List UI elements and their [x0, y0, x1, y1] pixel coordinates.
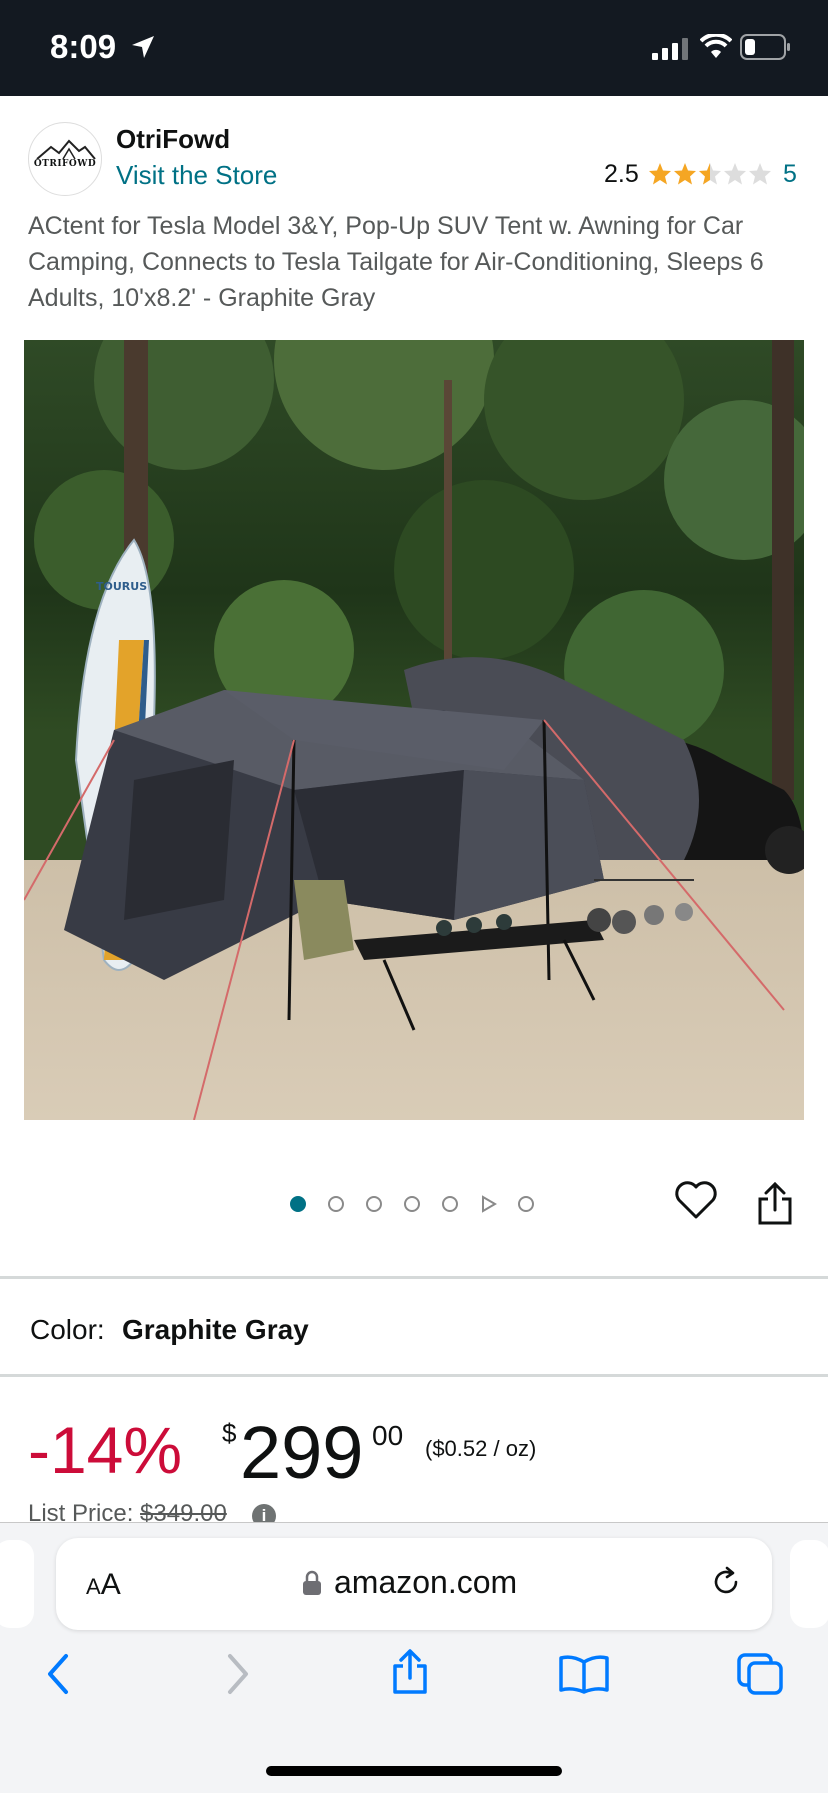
location-arrow-icon: [132, 36, 154, 58]
board-text: TOURUS: [96, 580, 147, 593]
section-divider: [0, 1276, 828, 1279]
status-bar: 8:09: [0, 0, 828, 96]
back-icon[interactable]: [44, 1652, 72, 1696]
aa-large: A: [100, 1568, 121, 1601]
lock-icon: [303, 1570, 321, 1595]
star-icon: [724, 163, 746, 185]
next-tab-peek[interactable]: [790, 1540, 828, 1628]
price-currency: $: [222, 1418, 237, 1448]
star-icon: [699, 163, 721, 185]
brand-name: OtriFowd: [116, 124, 231, 154]
bookmarks-icon[interactable]: [558, 1654, 610, 1694]
tabs-icon[interactable]: [736, 1652, 784, 1696]
color-label: Color:: [30, 1314, 105, 1345]
address-bar[interactable]: AA amazon.com: [56, 1538, 772, 1630]
brand-logo-text: OTRIFOWD: [33, 159, 97, 169]
aa-small: A: [86, 1574, 101, 1599]
visit-store-link[interactable]: Visit the Store: [116, 160, 277, 191]
star-rating[interactable]: [648, 162, 772, 186]
reader-text-size-button[interactable]: AA: [86, 1568, 121, 1602]
gallery-dot[interactable]: [518, 1196, 534, 1212]
gallery-dot[interactable]: [366, 1196, 382, 1212]
star-icon: [649, 163, 671, 185]
discount-percent: -14%: [28, 1413, 183, 1487]
star-icon: [749, 163, 771, 185]
signal-icon: [652, 38, 688, 60]
home-indicator[interactable]: [266, 1766, 562, 1776]
previous-tab-peek[interactable]: [0, 1540, 34, 1628]
gallery-dot[interactable]: [442, 1196, 458, 1212]
unit-price: ($0.52 / oz): [425, 1436, 537, 1461]
wifi-icon: [700, 34, 732, 58]
price-whole: 299: [240, 1411, 364, 1494]
rating-value: 2.5: [604, 160, 639, 188]
url-text[interactable]: amazon.com: [334, 1564, 517, 1601]
section-divider: [0, 1374, 828, 1377]
share-icon[interactable]: [390, 1648, 430, 1696]
share-icon[interactable]: [756, 1182, 794, 1226]
battery-icon: [740, 34, 790, 60]
product-title: ACtent for Tesla Model 3&Y, Pop-Up SUV T…: [28, 212, 764, 312]
price-fraction: 00: [372, 1420, 404, 1451]
gallery-dot[interactable]: [404, 1196, 420, 1212]
play-icon[interactable]: [480, 1195, 498, 1213]
star-icon: [674, 163, 696, 185]
heart-icon[interactable]: [674, 1180, 718, 1220]
rating-count-link[interactable]: 5: [783, 160, 797, 189]
product-image[interactable]: TOURUS: [24, 340, 804, 1120]
gallery-dot[interactable]: [290, 1196, 306, 1212]
gallery-dot[interactable]: [328, 1196, 344, 1212]
status-time: 8:09: [50, 28, 117, 65]
reload-icon[interactable]: [708, 1564, 744, 1600]
brand-logo[interactable]: OTRIFOWD: [28, 122, 102, 196]
color-value: Graphite Gray: [122, 1314, 309, 1345]
forward-icon[interactable]: [224, 1652, 252, 1696]
